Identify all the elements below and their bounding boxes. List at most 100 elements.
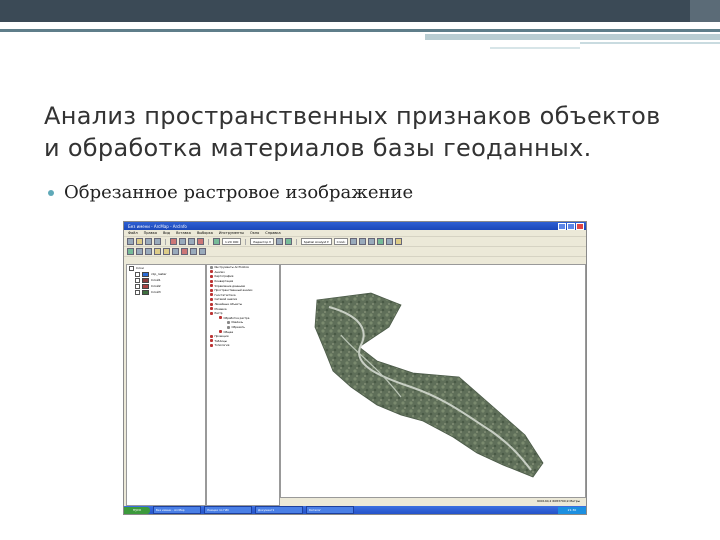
taskbar-item[interactable]: Без имени - ArcMap — [153, 506, 201, 514]
catalog-item-label: Конвертация — [214, 279, 234, 284]
zoom-out-icon[interactable] — [359, 238, 367, 245]
toc-checkbox[interactable] — [135, 289, 140, 295]
toolbar-separator — [165, 238, 166, 245]
catalog-item-label: Общее — [223, 329, 234, 334]
toc-checkbox[interactable] — [135, 277, 140, 283]
tool-icon — [227, 320, 230, 324]
slide-title-line-2: и обработка материалов базы геоданных. — [44, 134, 592, 162]
clipped-raster-image — [314, 292, 544, 478]
taskbar-item[interactable]: Каталог — [306, 506, 354, 514]
toolbox-icon — [210, 284, 213, 288]
menu-selection[interactable]: Выборка — [197, 231, 213, 235]
taskbar-clock: 21:30 — [558, 506, 586, 514]
taskbar-item[interactable]: Лекции по ГИС — [204, 506, 252, 514]
paste-icon[interactable] — [188, 238, 195, 245]
catalog-item-label: Топология — [214, 343, 230, 348]
layer-swatch-icon — [142, 271, 149, 277]
slide-title-line-1: Анализ пространственных признаков объект… — [44, 102, 661, 130]
menu-bar: Файл Правка Вид Вставка Выборка Инструме… — [124, 230, 586, 237]
header-rule-thin-2 — [490, 47, 580, 49]
toc-root-label: Слои — [136, 266, 144, 270]
zoom-in-icon[interactable] — [350, 238, 358, 245]
layer-combo[interactable]: Слой: — [333, 238, 349, 245]
raster-footprint — [314, 292, 544, 478]
copy-icon[interactable] — [179, 238, 186, 245]
catalog-item-label: Пространственный анализ — [214, 288, 253, 293]
toolbox-icon — [210, 343, 213, 347]
toolbox-icon — [210, 270, 213, 274]
status-coordinates: 600140,2 6083790,9 Метры — [537, 499, 580, 503]
window-title: Без имени - ArcMap - ArcInfo — [128, 223, 187, 229]
toc-checkbox[interactable] — [135, 283, 140, 289]
fixed-zoom-out-icon[interactable] — [145, 248, 152, 255]
catalog-item-label: Картография — [214, 274, 234, 279]
full-extent-icon[interactable] — [377, 238, 385, 245]
open-icon[interactable] — [136, 238, 143, 245]
top-bar-accent — [690, 0, 720, 22]
menu-help[interactable]: Справка — [265, 231, 280, 235]
taskbar-item[interactable]: Документ1 — [255, 506, 303, 514]
tool-icon — [227, 325, 230, 329]
measure-icon[interactable] — [395, 238, 403, 245]
clear-selection-icon[interactable] — [181, 248, 188, 255]
menu-edit[interactable]: Правка — [144, 231, 157, 235]
menu-insert[interactable]: Вставка — [176, 231, 191, 235]
menu-window[interactable]: Окно — [250, 231, 259, 235]
toolbar-separator — [295, 238, 297, 245]
status-bar: 600140,2 6083790,9 Метры — [280, 498, 584, 504]
spatial-analyst-menu[interactable]: Spatial Analyst ▾ — [300, 238, 332, 245]
toc-checkbox[interactable] — [129, 265, 134, 271]
catalog-item-label: Инструменты ArcToolbox — [214, 265, 250, 270]
delete-icon[interactable] — [197, 238, 204, 245]
start-button[interactable]: пуск — [124, 506, 150, 514]
toc-layer-label: Слой2 — [151, 284, 161, 288]
standard-toolbar: 1:20 000 Редактор ▾ Spatial Analyst ▾ Сл… — [124, 237, 586, 247]
slide-title: Анализ пространственных признаков объект… — [44, 100, 684, 164]
slide-top-bar — [0, 0, 720, 22]
select-elements-icon[interactable] — [127, 248, 134, 255]
toolbox-icon — [210, 288, 213, 292]
toc-layer-label: Слой1 — [151, 278, 161, 282]
header-rule-accent — [425, 34, 720, 40]
fixed-zoom-in-icon[interactable] — [136, 248, 143, 255]
editor-menu[interactable]: Редактор ▾ — [250, 238, 274, 245]
map-view[interactable] — [280, 264, 586, 498]
sketch-tool-icon[interactable] — [284, 238, 292, 245]
toolbox-icon — [210, 279, 213, 283]
toolbox-icon — [210, 293, 213, 297]
back-extent-icon[interactable] — [154, 248, 161, 255]
edit-tool-icon[interactable] — [275, 238, 283, 245]
catalog-item-label: Управление данными — [214, 283, 246, 288]
menu-tools[interactable]: Инструменты — [219, 231, 244, 235]
forward-extent-icon[interactable] — [163, 248, 170, 255]
minimize-icon[interactable] — [558, 222, 566, 230]
toc-layer-label: Слой3 — [151, 290, 161, 294]
menu-view[interactable]: Вид — [163, 231, 170, 235]
toolset-icon — [219, 316, 222, 320]
find-icon[interactable] — [199, 248, 206, 255]
add-data-icon[interactable] — [213, 238, 220, 245]
toc-checkbox[interactable] — [135, 271, 140, 277]
identify-icon[interactable] — [386, 238, 394, 245]
cut-icon[interactable] — [170, 238, 177, 245]
scale-combo[interactable]: 1:20 000 — [222, 238, 242, 245]
maximize-icon[interactable] — [567, 222, 575, 230]
new-icon[interactable] — [127, 238, 134, 245]
close-icon[interactable] — [576, 222, 584, 230]
print-icon[interactable] — [154, 238, 161, 245]
tools-toolbar — [124, 247, 586, 257]
toolbox-icon — [210, 297, 213, 301]
save-icon[interactable] — [145, 238, 152, 245]
pan-icon[interactable] — [368, 238, 376, 245]
catalog-item-label: Геостатистика — [214, 292, 236, 297]
menu-file[interactable]: Файл — [128, 231, 138, 235]
catalog-item[interactable]: Топология — [207, 343, 279, 348]
window-titlebar: Без имени - ArcMap - ArcInfo — [124, 222, 586, 230]
toolset-icon — [219, 330, 222, 334]
toc-layer[interactable]: Слой3 — [127, 289, 205, 295]
select-features-icon[interactable] — [172, 248, 179, 255]
arctoolbox-panel: Инструменты ArcToolbox Анализ Картографи… — [206, 264, 280, 506]
catalog-item-label: Линейные объекты — [214, 302, 242, 307]
hyperlink-icon[interactable] — [190, 248, 197, 255]
catalog-item-label: Обрезать — [231, 325, 245, 330]
